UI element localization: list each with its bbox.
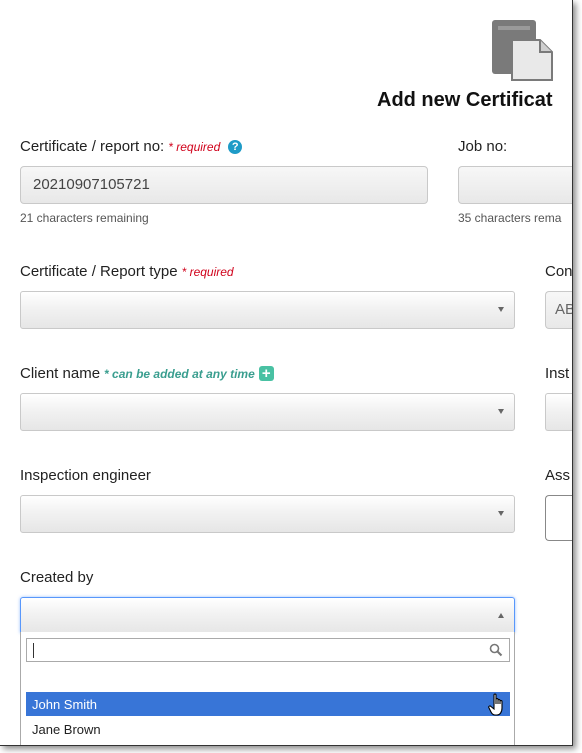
option-john-smith[interactable]: John Smith [26,692,510,716]
option-jane-brown[interactable]: Jane Brown [26,717,510,741]
cert-type-label: Certificate / Report type * required [20,263,234,280]
installation-select[interactable] [545,393,572,431]
assigned-input[interactable] [545,495,572,541]
chevron-down-icon [498,307,504,312]
text-cursor [33,643,34,658]
required-marker: * required [181,265,234,279]
search-icon [489,643,503,657]
document-icon [492,20,553,81]
required-marker: * required [168,140,221,154]
hand-pointer-icon [488,693,503,716]
job-no-label: Job no: [458,138,508,155]
created-by-search-input[interactable] [26,638,510,662]
chevron-up-icon [498,613,504,618]
created-by-dropdown: John Smith Jane Brown [20,632,515,745]
cert-type-label-text: Certificate / Report type [20,263,178,280]
client-name-label: Client name * can be added at any time + [20,365,274,382]
installation-label: Inst [545,365,570,382]
client-name-select[interactable] [20,393,515,431]
client-name-note: * can be added at any time [104,367,255,381]
add-client-icon[interactable]: + [258,366,274,381]
chevron-down-icon [498,409,504,414]
inspection-engineer-select[interactable] [20,495,515,533]
cert-no-input[interactable]: 20210907105721 [20,166,428,204]
company-select[interactable]: AB [545,291,572,329]
client-name-label-text: Client name [20,365,101,382]
form-window: Add new Certificat Certificate / report … [0,0,573,746]
company-label: Con [545,263,573,280]
cert-no-label-text: Certificate / report no: [20,138,165,155]
page-title: Add new Certificat [377,89,553,111]
inspection-engineer-label: Inspection engineer [20,467,151,484]
created-by-label: Created by [20,569,94,586]
cert-no-hint: 21 characters remaining [20,211,149,225]
created-by-select[interactable] [20,597,515,633]
job-no-hint: 35 characters rema [458,211,562,225]
job-no-input[interactable] [458,166,572,204]
assigned-label: Ass [545,467,571,484]
chevron-down-icon [498,511,504,516]
cert-no-label: Certificate / report no: * required? [20,138,243,155]
help-icon[interactable]: ? [228,140,243,154]
cert-type-select[interactable] [20,291,515,329]
